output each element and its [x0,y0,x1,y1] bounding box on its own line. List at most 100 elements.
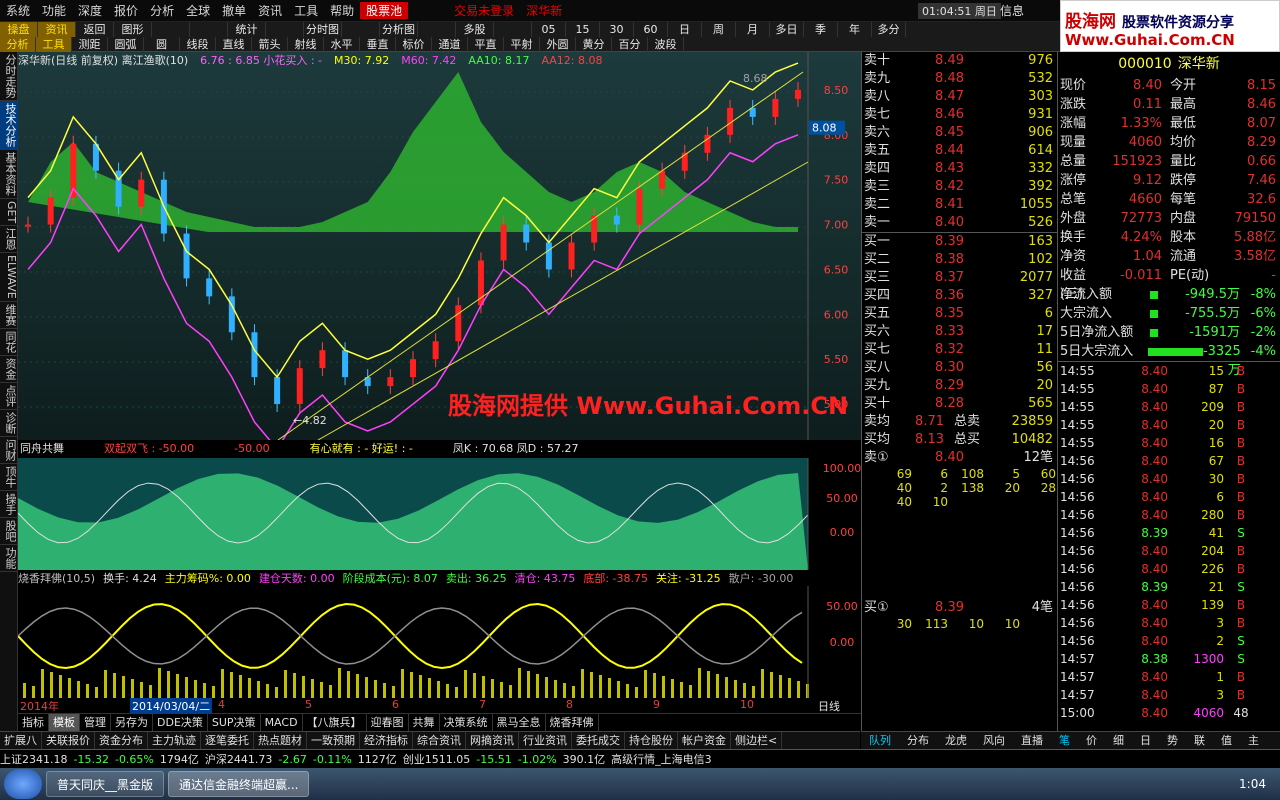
quote-tab-7[interactable]: 细 [1105,732,1132,749]
taskbar-item-0[interactable]: 普天同庆__黑金版 [46,771,165,797]
function-tab-0[interactable]: 扩展八 [0,732,42,749]
bid-row[interactable]: 买十 8.28 565 [862,395,1057,413]
side-tab-12[interactable]: 顶牛 [0,464,18,491]
quote-tab-8[interactable]: 日 [1132,732,1159,749]
function-tab-15[interactable]: 侧边栏< [731,732,783,749]
function-tab-7[interactable]: 经济指标 [360,732,413,749]
toolbar-btn-r1-15[interactable]: 15 [566,22,600,37]
toolbar-btn-r1-20[interactable]: 月 [736,22,770,37]
function-tab-6[interactable]: 一致预期 [307,732,360,749]
indicator-tab-3[interactable]: 另存为 [111,714,153,731]
side-tab-13[interactable]: 操手 [0,491,18,518]
toolbar-btn-r1-14[interactable]: 05 [532,22,566,37]
taskbar-item-1[interactable]: 通达信金融终端超赢... [168,771,310,797]
side-tab-11[interactable]: 问财 [0,437,18,464]
function-tab-10[interactable]: 行业资讯 [519,732,572,749]
ask-row[interactable]: 卖四 8.43 332 [862,160,1057,178]
function-tab-5[interactable]: 热点题材 [254,732,307,749]
toolbar-btn-r1-5[interactable] [190,22,228,37]
toolbar-btn-r2-4[interactable]: 圆 [144,37,180,52]
toolbar-btn-r1-21[interactable]: 多日 [770,22,804,37]
ask-row[interactable]: 卖二 8.41 1055 [862,196,1057,214]
kline-chart[interactable]: 8.50 8.00 7.50 7.00 6.50 6.00 5.50 5.00 8.08 ←4.8… [18,52,861,451]
toolbar-btn-r2-12[interactable]: 通道 [432,37,468,52]
toolbar-btn-r1-22[interactable]: 季 [804,22,838,37]
quote-tab-10[interactable]: 联 [1186,732,1213,749]
function-tab-11[interactable]: 委托成交 [572,732,625,749]
indicator-tab-11[interactable]: 黑马全息 [493,714,546,731]
toolbar-btn-r2-15[interactable]: 外圆 [540,37,576,52]
menu-item-5[interactable]: 全球 [180,2,216,19]
indicator2-chart[interactable]: 50.00 0.00 [18,586,861,698]
bid-row[interactable]: 买五 8.35 6 [862,305,1057,323]
side-tab-10[interactable]: 诊断 [0,410,18,437]
menu-item-0[interactable]: 系统 [0,2,36,19]
indicator-tab-8[interactable]: 迎春图 [367,714,409,731]
side-tab-1[interactable]: 技术分析 [0,101,18,150]
toolbar-btn-r1-11[interactable] [418,22,456,37]
quote-tab-2[interactable]: 龙虎 [937,732,975,749]
toolbar-btn-r1-8[interactable]: 分时图 [304,22,342,37]
toolbar-btn-r1-12[interactable]: 多股 [456,22,494,37]
side-tab-9[interactable]: 点评 [0,383,18,410]
toolbar-btn-r2-7[interactable]: 箭头 [252,37,288,52]
toolbar-btn-r1-6[interactable]: 统计 [228,22,266,37]
toolbar-btn-r1-18[interactable]: 日 [668,22,702,37]
toolbar-btn-r2-11[interactable]: 标价 [396,37,432,52]
menu-item-8[interactable]: 工具 [288,2,324,19]
quote-tab-5[interactable]: 笔 [1051,732,1078,749]
function-tab-2[interactable]: 资金分布 [95,732,148,749]
toolbar-btn-r2-13[interactable]: 平直 [468,37,504,52]
ask-row[interactable]: 卖九 8.48 532 [862,70,1057,88]
bid-row[interactable]: 买四 8.36 327 [862,287,1057,305]
menu-item-4[interactable]: 分析 [144,2,180,19]
function-tab-3[interactable]: 主力轨迹 [148,732,201,749]
toolbar-btn-r1-17[interactable]: 60 [634,22,668,37]
toolbar-btn-r1-4[interactable] [152,22,190,37]
menu-item-2[interactable]: 深度 [72,2,108,19]
quote-tab-3[interactable]: 风向 [975,732,1013,749]
function-tab-13[interactable]: 帐户资金 [678,732,731,749]
indicator-tab-0[interactable]: 指标 [18,714,49,731]
period-label[interactable]: 日线 [818,698,840,714]
ask-row[interactable]: 卖三 8.42 392 [862,178,1057,196]
menu-item-1[interactable]: 功能 [36,2,72,19]
bid-row[interactable]: 买七 8.32 11 [862,341,1057,359]
ask-row[interactable]: 卖一 8.40 526 [862,214,1057,232]
toolbar-btn-r2-10[interactable]: 垂直 [360,37,396,52]
toolbar-btn-r1-10[interactable]: 分析图 [380,22,418,37]
indicator-tab-6[interactable]: MACD [261,714,303,731]
ask-row[interactable]: 卖十 8.49 976 [862,52,1057,70]
menu-item-9[interactable]: 帮助 [324,2,360,19]
function-tab-12[interactable]: 持仓股份 [625,732,678,749]
toolbar-btn-r2-18[interactable]: 波段 [648,37,684,52]
quote-tab-9[interactable]: 势 [1159,732,1186,749]
bid-row[interactable]: 买九 8.29 20 [862,377,1057,395]
side-tab-7[interactable]: 同花 [0,329,18,356]
quote-tab-4[interactable]: 直播 [1013,732,1051,749]
toolbar-btn-r1-16[interactable]: 30 [600,22,634,37]
ask-row[interactable]: 卖六 8.45 906 [862,124,1057,142]
indicator-tab-2[interactable]: 管理 [80,714,111,731]
toolbar-btn-r2-0[interactable]: 分析 [0,37,36,52]
toolbar-btn-r1-2[interactable]: 返回 [76,22,114,37]
start-button[interactable] [4,769,42,799]
indicator-tab-4[interactable]: DDE决策 [153,714,208,731]
side-tab-0[interactable]: 分时走势 [0,52,18,101]
side-tab-2[interactable]: 基本资料 [0,150,18,199]
toolbar-btn-r2-16[interactable]: 黄分 [576,37,612,52]
menu-item-10[interactable]: 股票池 [360,2,409,19]
toolbar-btn-r2-5[interactable]: 线段 [180,37,216,52]
toolbar-btn-r1-13[interactable] [494,22,532,37]
indicator1-chart[interactable]: 100.00 50.00 0.00 [18,458,861,570]
toolbar-btn-r1-3[interactable]: 图形 [114,22,152,37]
bid-row[interactable]: 买三 8.37 2077 [862,269,1057,287]
function-tab-9[interactable]: 网摘资讯 [466,732,519,749]
menu-item-6[interactable]: 撤单 [216,2,252,19]
indicator-tab-12[interactable]: 烧香拜佛 [546,714,599,731]
toolbar-btn-r2-3[interactable]: 圆弧 [108,37,144,52]
toolbar-btn-r1-7[interactable] [266,22,304,37]
side-tab-15[interactable]: 功能 [0,545,18,572]
toolbar-btn-r2-14[interactable]: 平射 [504,37,540,52]
menu-item-3[interactable]: 报价 [108,2,144,19]
